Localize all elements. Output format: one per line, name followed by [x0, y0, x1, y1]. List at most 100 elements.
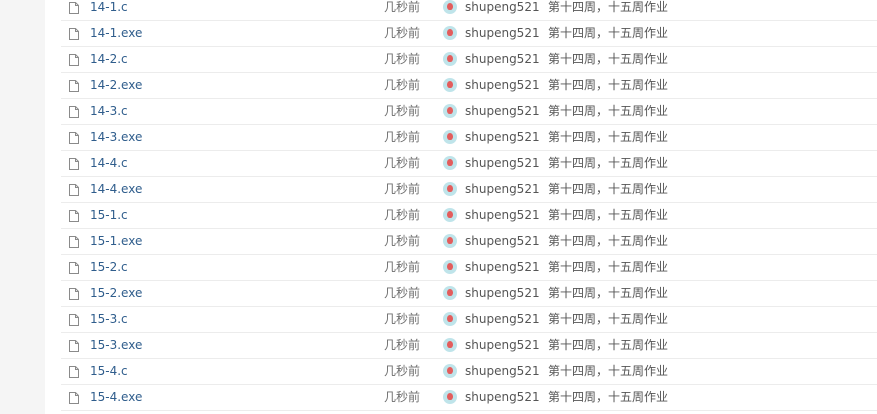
commit-message: 第十四周，十五周作业: [548, 208, 669, 222]
commit-author-link[interactable]: shupeng521: [465, 281, 540, 306]
commit-author-link[interactable]: shupeng521: [465, 0, 540, 20]
commit-time: 几秒前: [384, 26, 421, 40]
commit-author-link[interactable]: shupeng521: [465, 385, 540, 410]
file-name-link[interactable]: 15-4.c: [90, 359, 128, 384]
commit-author-link[interactable]: shupeng521: [465, 151, 540, 176]
user-avatar-icon[interactable]: [443, 286, 457, 300]
commit-author-link[interactable]: shupeng521: [465, 47, 540, 72]
user-avatar-icon[interactable]: [443, 130, 457, 144]
commit-author-link[interactable]: shupeng521: [465, 125, 540, 150]
commit-author-link[interactable]: shupeng521: [465, 21, 540, 46]
file-icon: [69, 340, 79, 352]
commit-message: 第十四周，十五周作业: [548, 364, 669, 378]
user-avatar-icon[interactable]: [443, 156, 457, 170]
file-icon: [69, 210, 79, 222]
file-name-link[interactable]: 14-3.exe: [90, 125, 142, 150]
commit-time: 几秒前: [384, 78, 421, 92]
user-avatar-icon[interactable]: [443, 78, 457, 92]
file-name-link[interactable]: 15-3.exe: [90, 333, 142, 358]
file-icon: [69, 132, 79, 144]
file-row[interactable]: 15-4.c 几秒前 shupeng521 第十四周，十五周作业: [61, 359, 877, 385]
file-icon: [69, 262, 79, 274]
file-icon: [69, 236, 79, 248]
file-name-link[interactable]: 15-1.exe: [90, 229, 142, 254]
commit-author-link[interactable]: shupeng521: [465, 333, 540, 358]
commit-message: 第十四周，十五周作业: [548, 390, 669, 404]
commit-time: 几秒前: [384, 208, 421, 222]
file-name-link[interactable]: 15-2.c: [90, 255, 128, 280]
file-list: 14-1.c 几秒前 shupeng521 第十四周，十五周作业 14-1.ex…: [61, 0, 877, 411]
file-row[interactable]: 15-1.c 几秒前 shupeng521 第十四周，十五周作业: [61, 203, 877, 229]
commit-author-link[interactable]: shupeng521: [465, 177, 540, 202]
file-icon: [69, 314, 79, 326]
commit-message: 第十四周，十五周作业: [548, 182, 669, 196]
commit-time: 几秒前: [384, 52, 421, 66]
file-name-link[interactable]: 15-3.c: [90, 307, 128, 332]
file-row[interactable]: 15-3.c 几秒前 shupeng521 第十四周，十五周作业: [61, 307, 877, 333]
commit-time: 几秒前: [384, 182, 421, 196]
file-row[interactable]: 15-2.c 几秒前 shupeng521 第十四周，十五周作业: [61, 255, 877, 281]
commit-author-link[interactable]: shupeng521: [465, 359, 540, 384]
user-avatar-icon[interactable]: [443, 312, 457, 326]
file-row[interactable]: 14-4.exe 几秒前 shupeng521 第十四周，十五周作业: [61, 177, 877, 203]
file-row[interactable]: 15-2.exe 几秒前 shupeng521 第十四周，十五周作业: [61, 281, 877, 307]
commit-message: 第十四周，十五周作业: [548, 338, 669, 352]
file-row[interactable]: 15-4.exe 几秒前 shupeng521 第十四周，十五周作业: [61, 385, 877, 411]
file-name-link[interactable]: 14-1.exe: [90, 21, 142, 46]
user-avatar-icon[interactable]: [443, 234, 457, 248]
file-name-link[interactable]: 14-3.c: [90, 99, 128, 124]
user-avatar-icon[interactable]: [443, 390, 457, 404]
file-name-link[interactable]: 14-4.c: [90, 151, 128, 176]
file-name-link[interactable]: 14-2.exe: [90, 73, 142, 98]
file-name-link[interactable]: 15-1.c: [90, 203, 128, 228]
file-row[interactable]: 14-4.c 几秒前 shupeng521 第十四周，十五周作业: [61, 151, 877, 177]
commit-message: 第十四周，十五周作业: [548, 156, 669, 170]
file-row[interactable]: 14-2.exe 几秒前 shupeng521 第十四周，十五周作业: [61, 73, 877, 99]
file-icon: [69, 158, 79, 170]
file-name-link[interactable]: 14-2.c: [90, 47, 128, 72]
user-avatar-icon[interactable]: [443, 0, 457, 14]
commit-message: 第十四周，十五周作业: [548, 26, 669, 40]
commit-message: 第十四周，十五周作业: [548, 0, 669, 14]
file-name-link[interactable]: 15-2.exe: [90, 281, 142, 306]
commit-time: 几秒前: [384, 0, 421, 14]
user-avatar-icon[interactable]: [443, 104, 457, 118]
commit-author-link[interactable]: shupeng521: [465, 99, 540, 124]
user-avatar-icon[interactable]: [443, 260, 457, 274]
user-avatar-icon[interactable]: [443, 208, 457, 222]
file-name-link[interactable]: 14-4.exe: [90, 177, 142, 202]
commit-time: 几秒前: [384, 156, 421, 170]
file-row[interactable]: 14-3.exe 几秒前 shupeng521 第十四周，十五周作业: [61, 125, 877, 151]
file-icon: [69, 366, 79, 378]
user-avatar-icon[interactable]: [443, 26, 457, 40]
commit-author-link[interactable]: shupeng521: [465, 73, 540, 98]
file-name-link[interactable]: 15-4.exe: [90, 385, 142, 410]
user-avatar-icon[interactable]: [443, 182, 457, 196]
commit-author-link[interactable]: shupeng521: [465, 203, 540, 228]
file-icon: [69, 106, 79, 118]
file-row[interactable]: 14-1.c 几秒前 shupeng521 第十四周，十五周作业: [61, 0, 877, 21]
commit-message: 第十四周，十五周作业: [548, 104, 669, 118]
file-name-link[interactable]: 14-1.c: [90, 0, 128, 20]
file-icon: [69, 288, 79, 300]
commit-time: 几秒前: [384, 234, 421, 248]
commit-time: 几秒前: [384, 286, 421, 300]
file-icon: [69, 28, 79, 40]
user-avatar-icon[interactable]: [443, 338, 457, 352]
file-icon: [69, 392, 79, 404]
file-row[interactable]: 14-1.exe 几秒前 shupeng521 第十四周，十五周作业: [61, 21, 877, 47]
file-row[interactable]: 15-3.exe 几秒前 shupeng521 第十四周，十五周作业: [61, 333, 877, 359]
commit-author-link[interactable]: shupeng521: [465, 229, 540, 254]
commit-message: 第十四周，十五周作业: [548, 260, 669, 274]
commit-author-link[interactable]: shupeng521: [465, 307, 540, 332]
commit-time: 几秒前: [384, 312, 421, 326]
commit-time: 几秒前: [384, 104, 421, 118]
file-row[interactable]: 14-3.c 几秒前 shupeng521 第十四周，十五周作业: [61, 99, 877, 125]
user-avatar-icon[interactable]: [443, 364, 457, 378]
file-icon: [69, 54, 79, 66]
commit-author-link[interactable]: shupeng521: [465, 255, 540, 280]
file-row[interactable]: 15-1.exe 几秒前 shupeng521 第十四周，十五周作业: [61, 229, 877, 255]
file-icon: [69, 2, 79, 14]
user-avatar-icon[interactable]: [443, 52, 457, 66]
file-row[interactable]: 14-2.c 几秒前 shupeng521 第十四周，十五周作业: [61, 47, 877, 73]
